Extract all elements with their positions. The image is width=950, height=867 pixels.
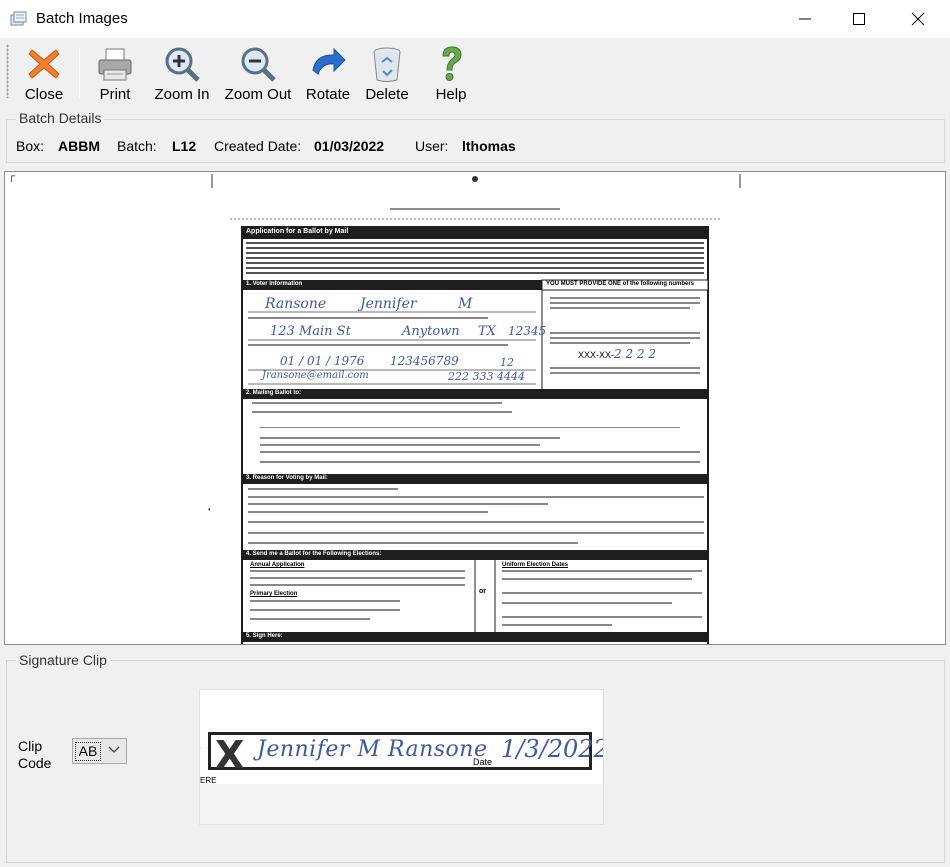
annual-application-label: Annual Application	[250, 562, 305, 568]
zoom-in-label: Zoom In	[154, 86, 210, 103]
primary-election-label: Primary Election	[250, 591, 298, 597]
title-bar: Batch Images	[0, 0, 950, 38]
clip-code-label: Clip Code	[18, 738, 51, 772]
clip-label-line1: Clip	[18, 738, 43, 754]
print-label: Print	[99, 86, 131, 103]
clip-label-line2: Code	[18, 755, 52, 771]
rotate-button[interactable]: Rotate	[303, 40, 353, 103]
zoom-out-label: Zoom Out	[224, 86, 292, 103]
hw-last-name: Ransone	[265, 296, 327, 312]
section1-heading: 1. Voter Information	[246, 281, 303, 287]
minimize-icon	[799, 18, 811, 20]
window-title: Batch Images	[36, 10, 128, 27]
chevron-down-icon	[108, 746, 120, 753]
section4-heading: 4. Send me a Ballot for the Following El…	[246, 551, 382, 557]
crop-corner-top-left[interactable]: ┌	[8, 172, 15, 182]
zoom-in-icon	[165, 47, 200, 82]
close-x-icon	[911, 12, 925, 26]
help-label: Help	[435, 86, 467, 103]
zoom-in-button[interactable]: Zoom In	[152, 40, 212, 103]
hw-zip: 12345	[508, 324, 547, 338]
batch-value: L12	[172, 138, 197, 154]
hw-phone: 222 333 4444	[448, 370, 525, 383]
clip-code-select[interactable]: AB	[72, 738, 127, 764]
box-label: Box:	[16, 138, 45, 154]
app-icon	[10, 11, 27, 26]
hw-city: Anytown	[402, 324, 460, 339]
hw-id-number: 123456789	[390, 354, 459, 368]
maximize-icon	[853, 13, 865, 25]
hw-email: Jransone@email.com	[262, 370, 369, 381]
section5-heading: 5. Sign Here:	[246, 633, 283, 639]
hw-address: 123 Main St	[270, 324, 351, 339]
minimize-button[interactable]	[782, 0, 828, 38]
batch-details-legend: Batch Details	[16, 110, 105, 126]
uniform-election-label: Uniform Election Dates	[502, 562, 569, 568]
printer-icon	[98, 48, 132, 81]
recycle-bin-icon	[373, 47, 401, 82]
hw-unit: 12	[500, 356, 514, 369]
box-value: ABBM	[58, 138, 100, 154]
close-label: Close	[24, 86, 64, 103]
signature-field: X Jennifer M Ransone Date 1/3/2022	[208, 732, 603, 777]
toolbar-separator	[79, 48, 80, 98]
hw-ssn-last4: 2 2 2 2	[614, 347, 656, 361]
created-date-value: 01/03/2022	[314, 138, 385, 154]
signature-date-label: Date	[473, 757, 493, 767]
signature-clip-image: · X Jennifer M Ransone Date 1/3/2022 ERE	[199, 689, 604, 825]
batch-label: Batch:	[117, 138, 157, 154]
clip-edge-mark: ·	[200, 742, 201, 753]
section2-heading: 2. Mailing Ballot to:	[246, 390, 301, 396]
clip-code-value: AB	[75, 742, 101, 761]
print-button[interactable]: Print	[92, 40, 138, 103]
close-icon	[28, 49, 60, 79]
hw-dob: 01 / 01 / 1976	[280, 354, 365, 368]
zoom-out-button[interactable]: Zoom Out	[222, 40, 294, 103]
image-viewer[interactable]: ┌ ✥ ✥	[4, 171, 946, 645]
close-button[interactable]: Close	[20, 40, 68, 103]
help-button[interactable]: Help	[430, 40, 472, 103]
form-title: Application for a Ballot by Mail	[246, 228, 349, 235]
hw-state: TX	[478, 324, 496, 339]
clip-background	[200, 784, 603, 824]
rotate-icon	[312, 47, 346, 75]
toolbar: Close Print Zoom In Zoom Out Rotate Dele…	[0, 38, 950, 103]
hw-middle: M	[458, 296, 473, 312]
delete-button[interactable]: Delete	[362, 40, 412, 103]
signature-x-mark: X	[215, 733, 245, 777]
or-label: or	[479, 588, 486, 595]
window-close-button[interactable]	[895, 0, 941, 38]
ssn-prefix: XXX-XX-	[578, 350, 615, 360]
user-label: User:	[415, 138, 449, 154]
delete-label: Delete	[365, 86, 409, 103]
section1-right-heading: YOU MUST PROVIDE ONE of the following nu…	[546, 281, 695, 287]
help-question-icon	[442, 46, 462, 81]
toolbar-grip[interactable]	[6, 44, 9, 98]
ballot-document-image: Application for a Ballot by Mail 1. Vote…	[210, 172, 744, 644]
section3-heading: 3. Reason for Voting by Mail:	[246, 475, 328, 481]
created-date-label: Created Date:	[214, 138, 302, 154]
signature-date: 1/3/2022	[501, 735, 604, 763]
hw-first-name: Jennifer	[360, 296, 417, 312]
maximize-button[interactable]	[836, 0, 882, 38]
signature-clip-legend: Signature Clip	[16, 652, 110, 668]
user-value: lthomas	[462, 138, 516, 154]
zoom-out-icon	[241, 47, 276, 82]
signature-handwriting: Jennifer M Ransone	[257, 737, 488, 762]
rotate-label: Rotate	[305, 86, 351, 103]
